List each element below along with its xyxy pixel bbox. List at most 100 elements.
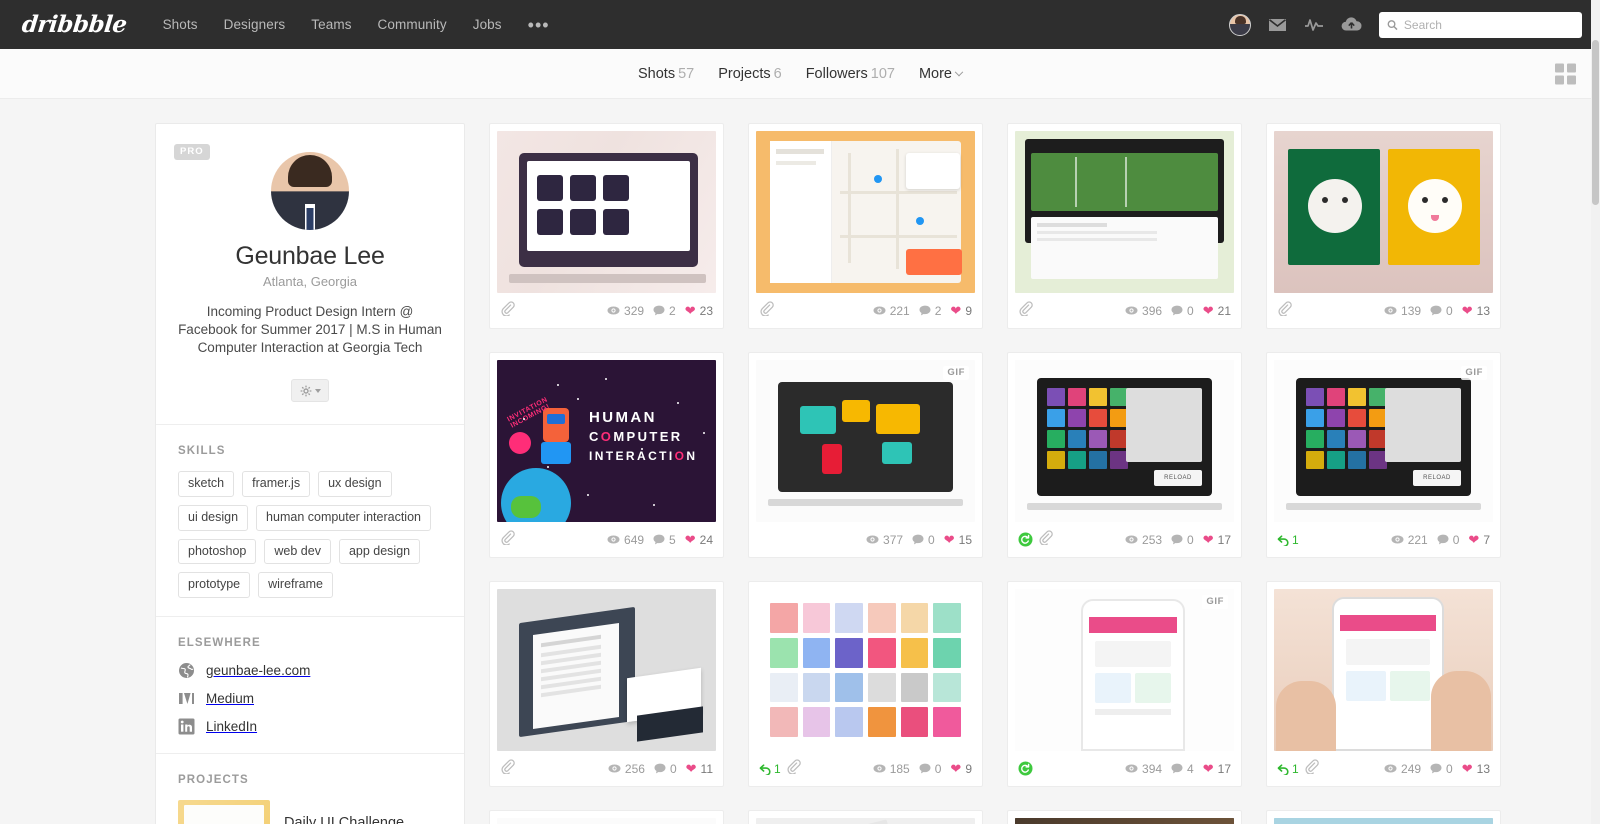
nav-item-teams[interactable]: Teams xyxy=(311,17,351,32)
search-box[interactable] xyxy=(1379,11,1582,38)
shot-card[interactable]: 1 249 0 ❤ 13 xyxy=(1266,581,1501,787)
shot-card[interactable]: 256 0 ❤ 11 xyxy=(489,581,724,787)
shot-card[interactable] xyxy=(1007,810,1242,824)
attachment-badge[interactable] xyxy=(1018,300,1033,321)
skill-tag[interactable]: ui design xyxy=(178,504,249,531)
shot-card[interactable]: 139 0 ❤ 13 xyxy=(1266,123,1501,329)
shot-thumbnail[interactable] xyxy=(1015,131,1234,293)
likes-stat[interactable]: ❤ 13 xyxy=(1462,762,1490,776)
shot-artwork: RELOAD xyxy=(1015,360,1234,522)
shot-card[interactable]: 221 2 ❤ 9 xyxy=(748,123,983,329)
attachment-badge[interactable] xyxy=(500,529,515,550)
likes-stat[interactable]: ❤ 13 xyxy=(1462,304,1490,318)
shot-badges: 1 xyxy=(1277,533,1299,547)
attachment-icon xyxy=(1305,758,1319,775)
shot-card[interactable]: 396 0 ❤ 21 xyxy=(1007,123,1242,329)
shot-thumbnail[interactable] xyxy=(1015,818,1234,824)
shot-card[interactable]: GIF 394 4 ❤ 17 xyxy=(1007,581,1242,787)
attachment-badge[interactable] xyxy=(1277,300,1292,321)
shot-thumbnail[interactable] xyxy=(497,131,716,293)
skill-tag[interactable]: wireframe xyxy=(258,572,333,598)
dribbble-logo[interactable]: dribbble xyxy=(21,11,128,38)
link-linkedin[interactable]: LinkedIn xyxy=(178,718,442,735)
shot-thumbnail[interactable] xyxy=(497,589,716,751)
likes-stat[interactable]: ❤ 24 xyxy=(685,533,713,547)
shot-thumbnail[interactable]: RELOAD xyxy=(1015,360,1234,522)
attachment-badge[interactable] xyxy=(1038,529,1053,550)
rebound-badge[interactable]: 1 xyxy=(1277,533,1299,547)
shot-thumbnail[interactable] xyxy=(1274,818,1493,824)
attachment-badge[interactable] xyxy=(500,758,515,779)
skill-tag[interactable]: sketch xyxy=(178,471,235,497)
shot-thumbnail[interactable]: GIF xyxy=(756,360,975,522)
shot-card[interactable]: RELOAD 253 0 ❤ 17 xyxy=(1007,352,1242,558)
skill-tag[interactable]: framer.js xyxy=(242,471,311,497)
skill-tag[interactable]: app design xyxy=(338,538,421,565)
rebound-badge[interactable] xyxy=(1018,532,1033,547)
shot-thumbnail[interactable] xyxy=(1274,131,1493,293)
tab-more[interactable]: More xyxy=(919,66,964,82)
mail-icon[interactable] xyxy=(1268,18,1287,32)
search-input[interactable] xyxy=(1403,17,1574,32)
shot-thumbnail[interactable] xyxy=(1274,589,1493,751)
project-item[interactable]: Daily UI Challenge xyxy=(178,800,442,824)
rebound-count: 1 xyxy=(1292,761,1299,776)
shot-card[interactable]: HUMAN COMPUTER INTERACTION INVITATION INCOMI… xyxy=(489,352,724,558)
link-website[interactable]: geunbae-lee.com xyxy=(178,662,442,679)
likes-stat[interactable]: ❤ 17 xyxy=(1203,533,1231,547)
shot-card[interactable]: 329 2 ❤ 23 xyxy=(489,123,724,329)
shot-thumbnail[interactable] xyxy=(756,589,975,751)
rebound-badge[interactable]: 1 xyxy=(1277,762,1299,776)
shot-thumbnail[interactable]: GIF xyxy=(1015,589,1234,751)
nav-item-shots[interactable]: Shots xyxy=(163,17,198,32)
skill-tag[interactable]: human computer interaction xyxy=(256,504,431,531)
shot-thumbnail[interactable]: RELOAD GIF xyxy=(1274,360,1493,522)
rebound-badge[interactable] xyxy=(1018,761,1033,776)
attachment-badge[interactable] xyxy=(759,300,774,321)
likes-stat[interactable]: ❤ 21 xyxy=(1203,304,1231,318)
attachment-icon xyxy=(1278,300,1292,317)
nav-item-jobs[interactable]: Jobs xyxy=(473,17,502,32)
tab-projects[interactable]: Projects 6 xyxy=(718,66,781,82)
link-medium[interactable]: Medium xyxy=(178,690,442,707)
likes-stat[interactable]: ❤ 9 xyxy=(950,762,972,776)
likes-stat[interactable]: ❤ 23 xyxy=(685,304,713,318)
likes-stat[interactable]: ❤ 9 xyxy=(950,304,972,318)
activity-icon[interactable] xyxy=(1304,18,1324,32)
shot-thumbnail[interactable]: HEALTHYFOODGIF xyxy=(497,818,716,824)
shot-card[interactable]: HEALTHYFOOD xyxy=(748,810,983,824)
grid-view-icon[interactable] xyxy=(1555,63,1576,84)
likes-stat[interactable]: ❤ 17 xyxy=(1203,762,1231,776)
profile-settings-button[interactable] xyxy=(291,379,329,402)
likes-stat[interactable]: ❤ 11 xyxy=(686,762,713,776)
rebound-badge[interactable]: 1 xyxy=(759,762,781,776)
likes-stat[interactable]: ❤ 7 xyxy=(1468,533,1490,547)
attachment-badge[interactable] xyxy=(500,300,515,321)
skill-tag[interactable]: ux design xyxy=(318,471,392,497)
user-avatar[interactable] xyxy=(1229,13,1251,36)
likes-stat[interactable]: ❤ 15 xyxy=(944,533,972,547)
shot-card[interactable]: GIF 377 0 ❤ 15 xyxy=(748,352,983,558)
shot-card[interactable] xyxy=(1266,810,1501,824)
nav-more-icon[interactable]: ••• xyxy=(528,16,550,34)
scrollbar-thumb[interactable] xyxy=(1592,40,1599,205)
shot-card[interactable]: 1 185 0 ❤ 9 xyxy=(748,581,983,787)
tab-shots[interactable]: Shots 57 xyxy=(638,66,694,82)
skill-tag[interactable]: web dev xyxy=(264,538,331,565)
shot-card[interactable]: RELOAD GIF 1 221 0 ❤ 7 xyxy=(1266,352,1501,558)
shot-thumbnail[interactable] xyxy=(756,131,975,293)
nav-item-community[interactable]: Community xyxy=(378,17,447,32)
shot-card[interactable]: HEALTHYFOODGIF xyxy=(489,810,724,824)
upload-cloud-icon[interactable] xyxy=(1341,17,1362,32)
nav-item-designers[interactable]: Designers xyxy=(224,17,286,32)
shot-thumbnail[interactable]: HUMAN COMPUTER INTERACTION INVITATION INCOMI… xyxy=(497,360,716,522)
shot-artwork xyxy=(756,360,975,522)
shot-thumbnail[interactable]: HEALTHYFOOD xyxy=(756,818,975,824)
skill-tag[interactable]: prototype xyxy=(178,572,251,598)
page-scrollbar[interactable] xyxy=(1591,0,1600,824)
likes-count: 15 xyxy=(958,532,972,547)
attachment-badge[interactable] xyxy=(1304,758,1319,779)
attachment-badge[interactable] xyxy=(786,758,801,779)
skill-tag[interactable]: photoshop xyxy=(178,538,257,565)
tab-followers[interactable]: Followers 107 xyxy=(806,66,895,82)
